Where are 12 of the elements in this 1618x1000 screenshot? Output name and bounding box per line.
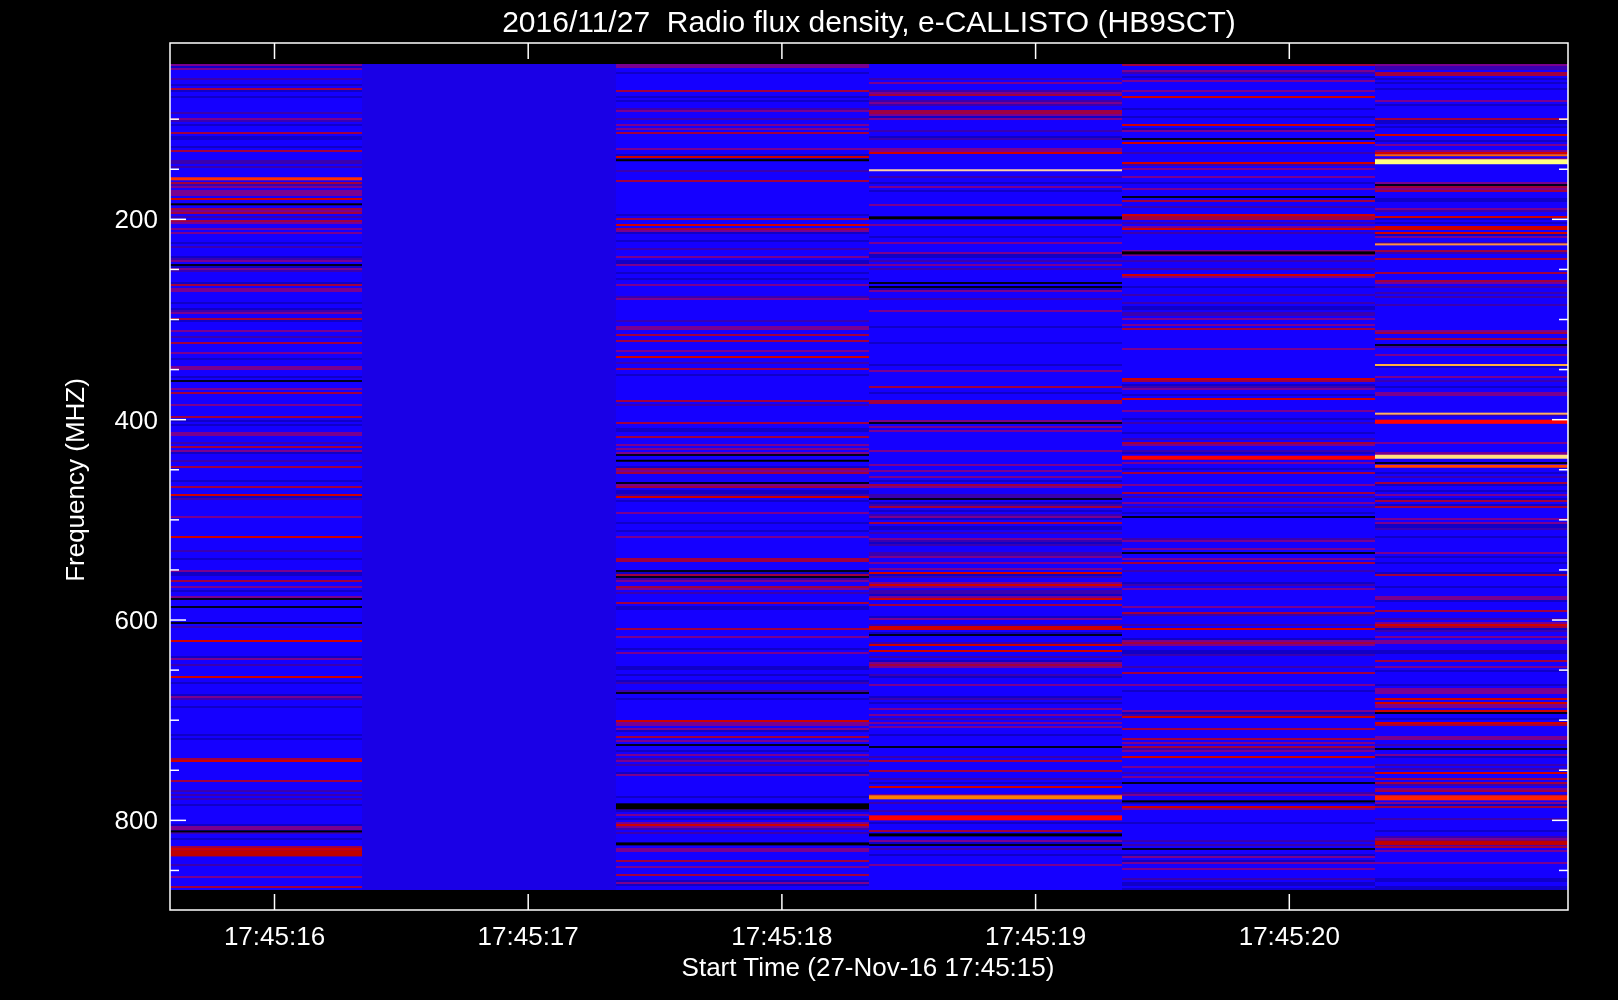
chart-title: 2016/11/27 Radio flux density, e-CALLISTO (HB9SCT) [502,5,1236,38]
x-tick-label: 17:45:20 [1238,921,1340,951]
y-tick-label: 400 [114,404,158,435]
x-tick-label: 17:45:16 [223,921,326,951]
y-axis-label: Frequency (MHZ) [60,378,90,582]
y-tick-label: 800 [114,805,158,836]
x-axis-label: Start Time (27-Nov-16 17:45:15) [681,952,1055,982]
x-tick-label: 17:45:19 [985,921,1087,951]
x-tick-label: 17:45:18 [731,921,833,951]
y-tick-label: 200 [114,204,158,235]
x-tick-label: 17:45:17 [477,921,579,951]
y-tick-label: 600 [114,605,158,635]
